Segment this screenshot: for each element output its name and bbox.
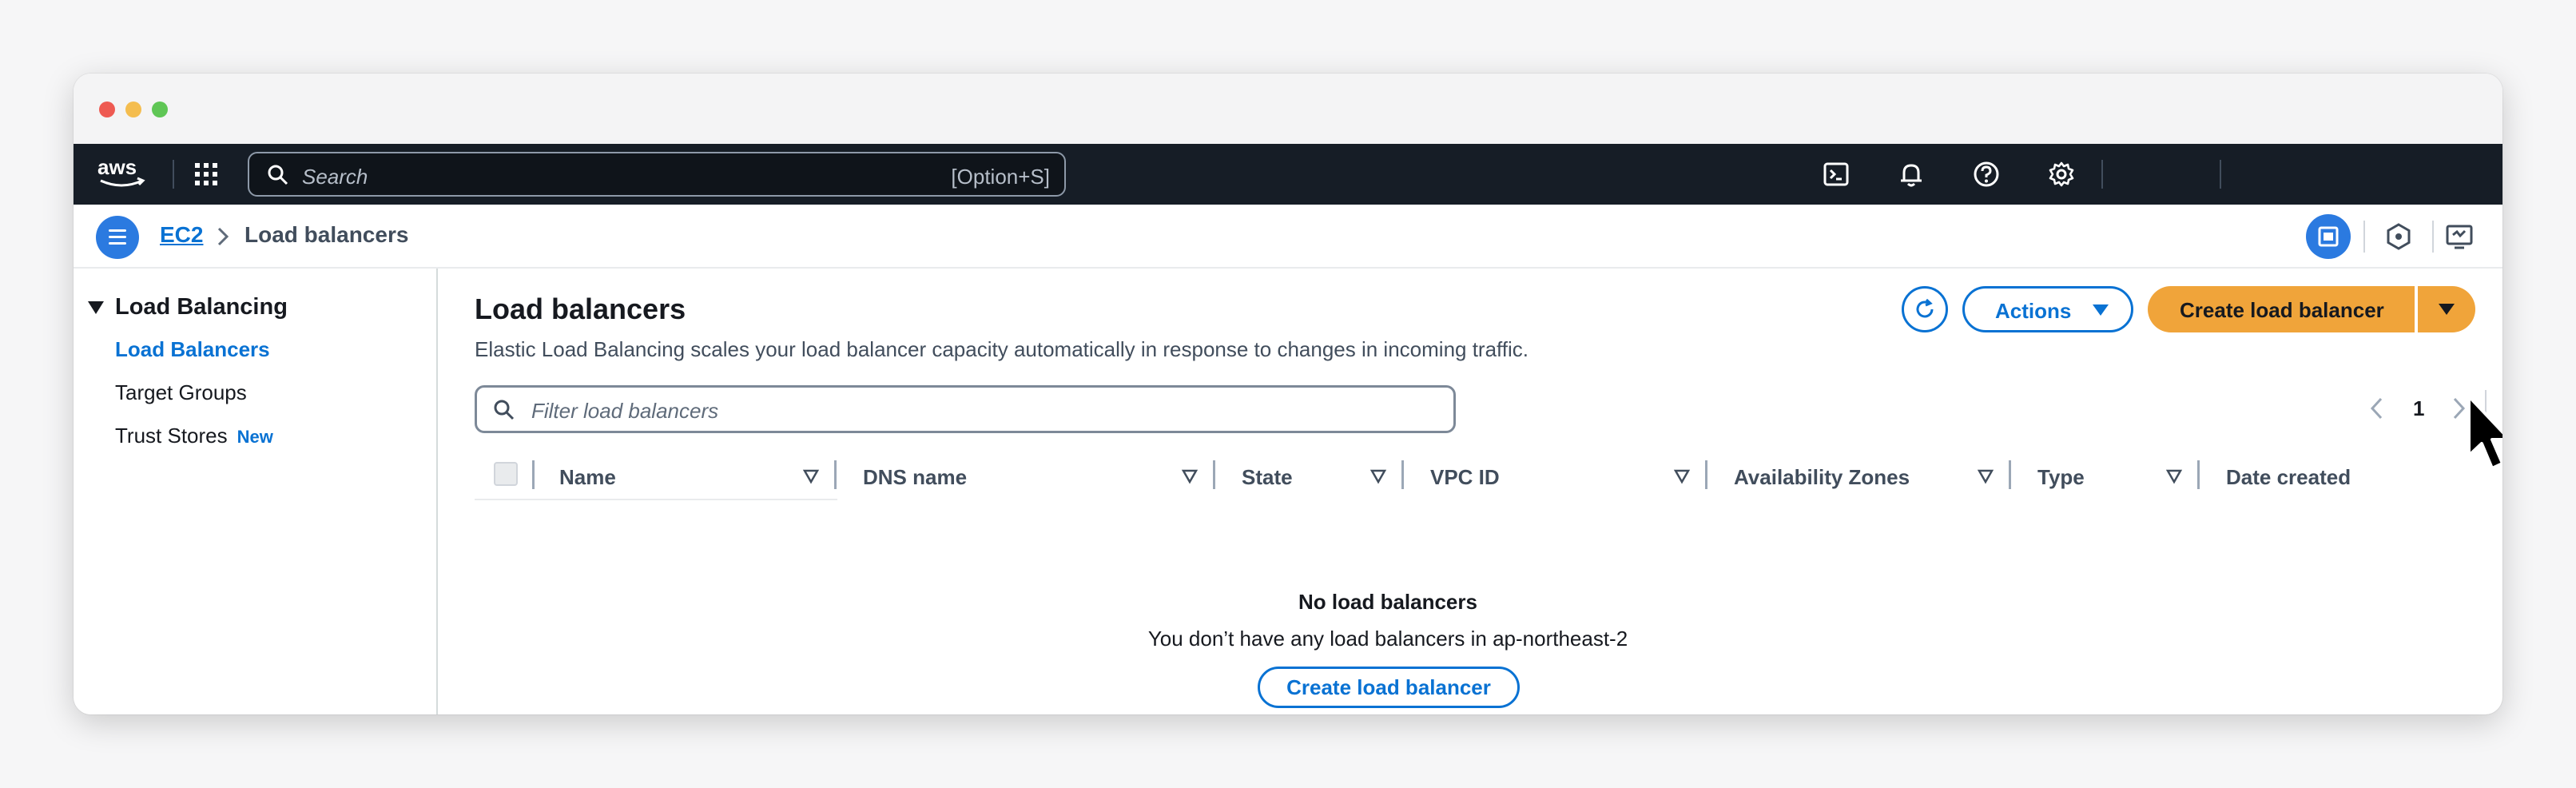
page-description: Elastic Load Balancing scales your load …: [475, 337, 1529, 361]
column-header-type[interactable]: Type: [2037, 465, 2085, 490]
create-options-dropdown-button[interactable]: [2418, 286, 2475, 332]
aws-top-navigation: aws Search [Option+S]: [74, 144, 2502, 205]
sort-icon[interactable]: [1369, 468, 1387, 484]
browser-window: aws Search [Option+S] EC2 Load balancers…: [74, 74, 2502, 714]
breadcrumb-current: Load balancers: [244, 222, 409, 247]
chevron-right-icon: [217, 227, 229, 246]
column-divider[interactable]: [1401, 460, 1404, 489]
search-icon: [268, 165, 288, 185]
table-header: Name DNS name State VPC ID Availability …: [475, 454, 2472, 500]
select-all-checkbox[interactable]: [494, 462, 518, 486]
info-panel-toggle-button[interactable]: [2306, 214, 2351, 259]
column-header-state[interactable]: State: [1242, 465, 1293, 490]
column-header-availability-zones[interactable]: Availability Zones: [1734, 465, 1910, 490]
nav-divider: [173, 160, 174, 189]
search-shortcut-hint: [Option+S]: [951, 165, 1050, 189]
svg-text:aws: aws: [97, 155, 137, 179]
global-search-input[interactable]: Search [Option+S]: [248, 152, 1066, 197]
create-load-balancer-button[interactable]: Create load balancer: [2148, 286, 2415, 332]
caret-down-icon: [2439, 304, 2455, 315]
caret-down-icon: [88, 301, 104, 315]
maximize-window-button[interactable]: [152, 101, 168, 117]
column-header-vpc-id[interactable]: VPC ID: [1430, 465, 1500, 490]
close-window-button[interactable]: [99, 101, 115, 117]
refresh-icon: [1916, 298, 1934, 318]
empty-state-title: No load balancers: [1298, 590, 1477, 614]
breadcrumb-bar: EC2 Load balancers: [74, 205, 2502, 269]
column-divider[interactable]: [1705, 460, 1707, 489]
sidebar-item-load-balancers[interactable]: Load Balancers: [115, 337, 270, 362]
create-label: Create load balancer: [2180, 298, 2384, 322]
caret-down-icon: [2093, 304, 2109, 316]
breadcrumb-ec2-link[interactable]: EC2: [160, 222, 203, 248]
services-grid-icon[interactable]: [193, 161, 219, 187]
nav-divider: [2220, 160, 2221, 189]
sort-icon[interactable]: [2165, 468, 2183, 484]
gear-icon[interactable]: [2047, 160, 2076, 189]
actions-dropdown-button[interactable]: Actions: [1962, 286, 2133, 332]
sort-icon[interactable]: [802, 468, 820, 484]
window-titlebar: [74, 74, 2502, 144]
column-divider: [532, 460, 535, 489]
column-header-name[interactable]: Name: [559, 465, 616, 490]
sort-icon[interactable]: [1977, 468, 1994, 484]
column-header-dns-name[interactable]: DNS name: [863, 465, 967, 490]
side-navigation: Load Balancing Load Balancers Target Gro…: [74, 269, 438, 714]
filter-placeholder: Filter load balancers: [531, 399, 719, 423]
sort-icon[interactable]: [1181, 468, 1199, 484]
sidebar-section-load-balancing[interactable]: Load Balancing: [88, 294, 288, 320]
chevron-left-icon[interactable]: [2367, 395, 2386, 422]
sidebar-item-target-groups[interactable]: Target Groups: [115, 380, 247, 405]
page-number[interactable]: 1: [2413, 396, 2424, 421]
empty-state-create-button[interactable]: Create load balancer: [1258, 667, 1520, 708]
column-divider[interactable]: [2197, 460, 2200, 489]
refresh-button[interactable]: [1902, 286, 1948, 332]
actions-label: Actions: [1995, 299, 2072, 323]
help-icon[interactable]: [1972, 160, 2001, 189]
cloudshell-icon[interactable]: [1822, 160, 1851, 189]
header-underline: [475, 499, 837, 500]
mouse-cursor-icon: [2467, 395, 2502, 470]
bell-icon[interactable]: [1897, 160, 1926, 189]
sidebar-item-trust-stores[interactable]: Trust Stores New: [115, 424, 273, 448]
toolbar-divider: [2432, 221, 2434, 253]
sidebar-item-label: Trust Stores: [115, 424, 228, 448]
toolbar-divider: [2363, 221, 2365, 253]
hexagon-icon[interactable]: [2383, 221, 2415, 253]
aws-logo[interactable]: aws: [96, 155, 149, 192]
main-content: Load balancers Elastic Load Balancing sc…: [439, 269, 2502, 714]
page-title: Load balancers: [475, 293, 686, 325]
column-header-date-created[interactable]: Date created: [2226, 465, 2351, 490]
search-placeholder: Search: [302, 165, 368, 189]
new-badge: New: [237, 427, 273, 447]
filter-load-balancers-input[interactable]: Filter load balancers: [475, 385, 1456, 433]
monitor-icon[interactable]: [2443, 221, 2475, 253]
empty-state-description: You don’t have any load balancers in ap-…: [1147, 627, 1628, 651]
panel-icon: [2318, 226, 2339, 247]
column-divider[interactable]: [1213, 460, 1215, 489]
search-icon: [494, 400, 515, 420]
minimize-window-button[interactable]: [125, 101, 141, 117]
nav-divider: [2101, 160, 2103, 189]
column-divider[interactable]: [834, 460, 837, 489]
column-divider[interactable]: [2009, 460, 2011, 489]
side-nav-toggle-button[interactable]: [96, 216, 139, 259]
sort-icon[interactable]: [1673, 468, 1691, 484]
